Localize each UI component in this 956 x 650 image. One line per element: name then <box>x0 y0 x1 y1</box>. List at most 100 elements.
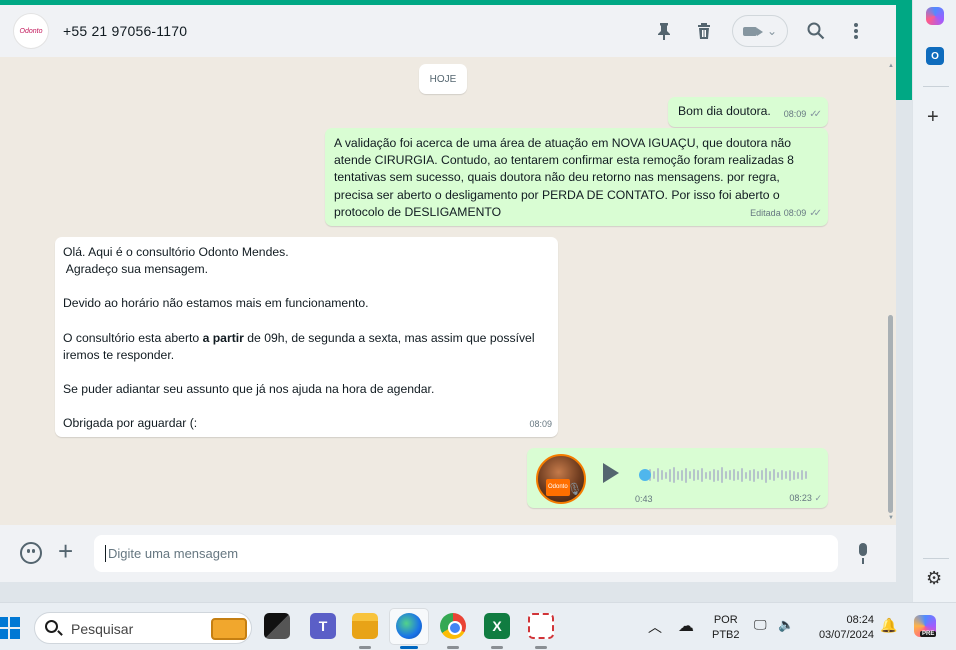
gear-icon[interactable]: ⚙ <box>926 568 942 589</box>
waveform-bar <box>709 470 711 480</box>
chrome-icon[interactable] <box>440 613 466 639</box>
mic-icon: 🎙 <box>567 482 583 496</box>
trash-icon[interactable] <box>684 13 724 49</box>
waveform-bar <box>765 467 767 483</box>
waveform-bar <box>757 471 759 479</box>
waveform-bar <box>733 469 735 481</box>
waveform-bar <box>681 469 683 481</box>
waveform-bar <box>781 470 783 480</box>
chevron-down-icon: ⌄ <box>766 24 778 38</box>
start-windows-icon[interactable] <box>0 617 20 639</box>
edge-sidebar: O + ⚙ <box>912 0 956 602</box>
message-line: iremos te responder. <box>63 347 175 362</box>
waveform-bar <box>785 471 787 479</box>
running-indicator <box>447 646 459 649</box>
chat-header: Odonto +55 21 97056-1170 ⌄ <box>0 5 896 57</box>
task-view-icon[interactable] <box>264 613 290 639</box>
message-input[interactable] <box>94 535 838 572</box>
whatsapp-window: Odonto +55 21 97056-1170 ⌄ HOJE Bom dia … <box>0 0 896 582</box>
waveform-bar <box>797 471 799 479</box>
tray-chevron-up-icon[interactable]: ︿ <box>648 617 662 637</box>
clock-time: 08:24 <box>846 614 874 626</box>
edge-browser-icon[interactable] <box>396 613 422 639</box>
avatar-logo: Odonto <box>19 27 43 35</box>
mic-icon[interactable] <box>857 543 869 565</box>
header-actions: ⌄ <box>644 13 876 49</box>
check-icon: ✓ <box>814 493 822 503</box>
message-time: 08:09 <box>783 207 807 218</box>
scrollbar[interactable]: ▲ ▼ <box>886 57 896 525</box>
waveform-bar <box>697 470 699 480</box>
running-indicator <box>359 646 371 649</box>
voice-waveform[interactable] <box>641 465 811 485</box>
date-chip: HOJE <box>419 64 467 94</box>
play-icon[interactable] <box>603 463 619 483</box>
double-check-icon: ✓✓ <box>809 108 822 120</box>
search-icon[interactable] <box>796 13 836 49</box>
preview-badge: PRE <box>920 631 937 637</box>
waveform-bar <box>737 470 739 480</box>
waveform-bar <box>745 471 747 479</box>
scroll-down-icon[interactable]: ▼ <box>888 515 894 521</box>
copilot-icon[interactable] <box>926 7 944 25</box>
clock[interactable]: 08:24 03/07/2024 <box>812 613 874 643</box>
waveform-bar <box>749 469 751 481</box>
message-line: A validação foi acerca de uma área de at… <box>334 136 792 150</box>
snipping-tool-icon[interactable] <box>528 613 554 639</box>
message-line: Agradeço sua mensagem. <box>63 262 208 277</box>
double-check-icon: ✓✓ <box>809 207 822 219</box>
network-icon[interactable]: 🖵 <box>754 617 767 633</box>
waveform-bar <box>685 467 687 483</box>
language-indicator[interactable]: POR PTB2 <box>712 613 740 643</box>
voice-duration: 0:43 <box>635 494 653 504</box>
emoji-icon[interactable] <box>20 542 42 564</box>
message-line: precisa ser aberto o desligamento por PE… <box>334 187 780 202</box>
waveform-bar <box>665 471 667 479</box>
message-text: de 09h, de segunda a sexta, mas assim qu… <box>243 330 535 345</box>
video-call-icon <box>742 26 763 36</box>
contact-name[interactable]: +55 21 97056-1170 <box>63 23 187 39</box>
waveform-bar <box>669 468 671 482</box>
playback-handle[interactable] <box>639 469 651 481</box>
notification-bell-icon[interactable]: 🔔 <box>880 617 897 634</box>
message-outgoing[interactable]: Bom dia doutora. 08:09 ✓✓ <box>668 97 828 127</box>
contact-avatar[interactable]: Odonto <box>13 13 49 49</box>
waveform-bar <box>705 471 707 479</box>
voice-message[interactable]: Odonto 🎙 0:43 08:23 ✓ <box>527 448 828 508</box>
outlook-icon[interactable]: O <box>926 47 944 65</box>
menu-icon[interactable] <box>836 13 876 49</box>
message-text: Bom dia doutora. <box>678 104 771 118</box>
waveform-bar <box>761 470 763 480</box>
message-meta: 08:09 <box>529 416 552 433</box>
add-icon[interactable]: + <box>927 106 939 129</box>
message-meta: Editada 08:09 ✓✓ <box>750 205 822 222</box>
message-incoming[interactable]: Olá. Aqui é o consultório Odonto Mendes.… <box>55 237 558 437</box>
attach-plus-icon[interactable]: + <box>58 537 73 565</box>
volume-icon[interactable]: 🔈 <box>778 617 794 633</box>
onedrive-offline-icon[interactable]: ☁ <box>678 616 694 636</box>
message-line: tentativas sem sucesso, quais doutora nã… <box>334 170 780 185</box>
message-line: atende CIRURGIA. Contudo, ao tentarem co… <box>334 153 794 168</box>
teams-icon[interactable]: T <box>310 613 336 639</box>
message-line: protocolo de DESLIGAMENTO <box>334 204 502 219</box>
waveform-bar <box>725 471 727 479</box>
waveform-bar <box>661 470 663 480</box>
divider <box>923 86 949 87</box>
window-gutter <box>896 100 912 582</box>
waveform-bar <box>689 471 691 479</box>
pin-icon[interactable] <box>644 13 684 49</box>
excel-icon[interactable]: X <box>484 613 510 639</box>
message-line: Devido ao horário não estamos mais em fu… <box>63 296 369 311</box>
taskbar-search[interactable]: Pesquisar <box>34 612 252 644</box>
file-explorer-icon[interactable] <box>352 613 378 639</box>
waveform-bar <box>805 471 807 479</box>
message-list[interactable]: HOJE Bom dia doutora. 08:09 ✓✓ A validaç… <box>0 57 896 525</box>
scrollbar-thumb[interactable] <box>888 315 893 513</box>
waveform-bar <box>777 472 779 478</box>
language-code: POR <box>713 614 738 626</box>
waveform-bar <box>717 469 719 481</box>
scroll-up-icon[interactable]: ▲ <box>888 63 894 69</box>
message-text: O consultório esta aberto <box>63 330 203 345</box>
video-call-button[interactable]: ⌄ <box>732 15 788 47</box>
message-outgoing[interactable]: A validação foi acerca de uma área de at… <box>325 128 828 226</box>
